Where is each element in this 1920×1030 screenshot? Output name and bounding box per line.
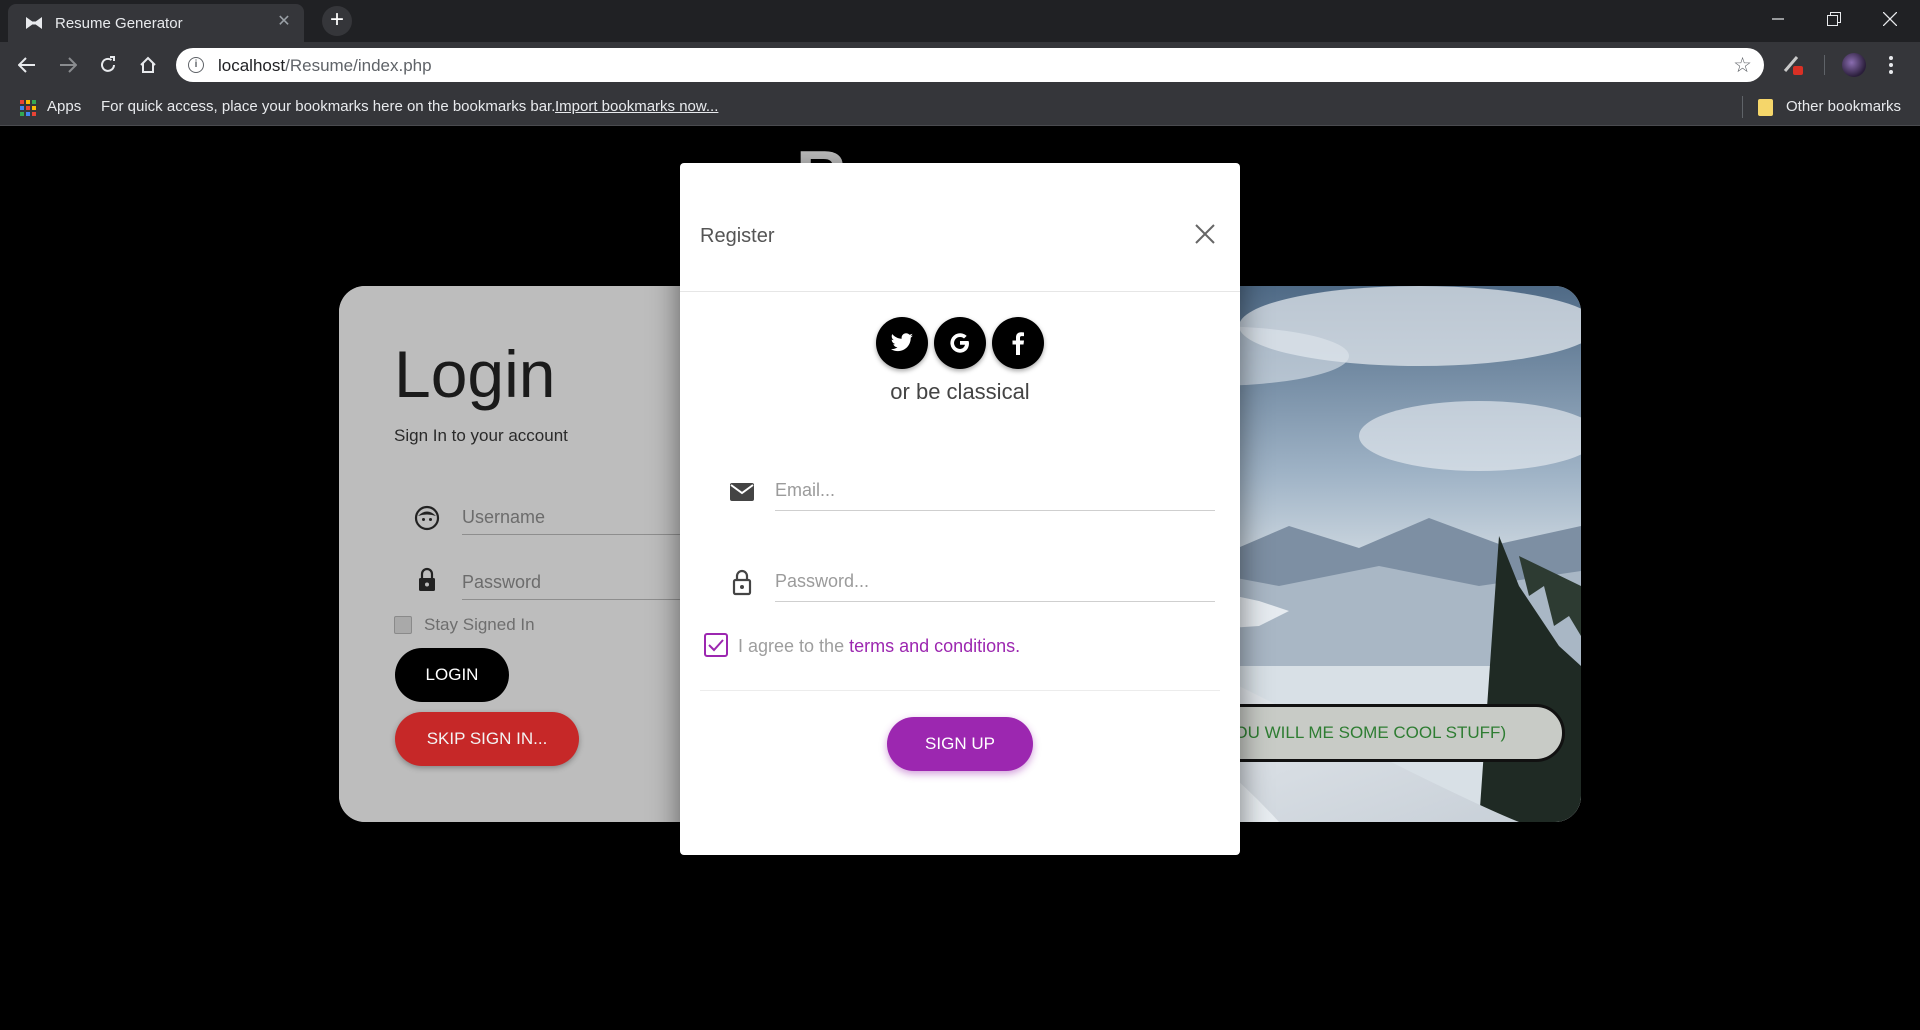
close-icon [1883, 12, 1897, 26]
forward-button[interactable] [52, 49, 84, 81]
toolbar-divider [1824, 55, 1825, 75]
minimize-icon [1772, 18, 1784, 20]
import-bookmarks-link[interactable]: Import bookmarks now... [555, 98, 718, 115]
arrow-right-icon [60, 57, 77, 73]
terms-link[interactable]: terms and conditions [849, 636, 1015, 656]
register-modal: Register or be classical Email... Passwo… [680, 163, 1240, 855]
stay-signed-in-checkbox[interactable] [394, 616, 412, 634]
url-text: localhost/Resume/index.php [218, 56, 432, 75]
home-button[interactable] [132, 49, 164, 81]
back-button[interactable] [11, 49, 43, 81]
close-window-button[interactable] [1862, 0, 1918, 38]
password-input[interactable] [775, 562, 1215, 602]
page-content: R Login Sign In to your account Stay Sig… [0, 126, 1920, 1030]
or-classical-text: or be classical [890, 379, 1030, 404]
tab-close-icon[interactable]: ✕ [274, 12, 294, 32]
profile-avatar[interactable] [1842, 53, 1866, 77]
login-subtitle: Sign In to your account [394, 426, 568, 445]
bookmarks-bar: Apps For quick access, place your bookma… [0, 88, 1920, 126]
email-input[interactable] [775, 471, 1215, 511]
lock-icon [419, 567, 435, 591]
browser-toolbar: i localhost/Resume/index.php ☆ [0, 42, 1920, 88]
close-icon[interactable] [1192, 221, 1218, 247]
login-title: Login [394, 337, 556, 411]
menu-dots-icon[interactable] [1888, 54, 1894, 76]
restore-button[interactable] [1806, 0, 1862, 38]
bookmarks-divider [1742, 96, 1743, 118]
login-button[interactable]: LOGIN [395, 648, 509, 702]
terms-checkbox[interactable] [704, 633, 728, 657]
apps-grid-icon[interactable] [20, 100, 36, 116]
arrow-left-icon [18, 57, 35, 73]
folder-icon [1758, 99, 1773, 116]
skip-sign-in-button[interactable]: SKIP SIGN IN... [395, 712, 579, 766]
modal-title: Register [700, 225, 775, 247]
minimize-button[interactable] [1750, 0, 1806, 38]
sign-up-button[interactable]: SIGN UP [887, 717, 1033, 771]
twitter-button[interactable] [876, 317, 928, 369]
face-icon [414, 505, 440, 531]
address-bar[interactable]: i localhost/Resume/index.php ☆ [176, 48, 1764, 82]
reload-button[interactable] [92, 49, 124, 81]
twitter-icon [891, 333, 913, 352]
bookmarks-hint: For quick access, place your bookmarks h… [101, 98, 556, 115]
apps-link[interactable]: Apps [47, 98, 81, 115]
modal-footer-divider [700, 690, 1220, 691]
lock-icon [732, 569, 752, 596]
other-bookmarks[interactable]: Other bookmarks [1786, 98, 1901, 115]
bow-tie-icon [26, 17, 42, 29]
browser-tabstrip: Resume Generator ✕ + [0, 0, 1920, 42]
google-button[interactable] [934, 317, 986, 369]
restore-icon [1827, 12, 1841, 26]
bookmark-star-icon[interactable]: ☆ [1733, 53, 1752, 78]
new-tab-button[interactable]: + [322, 6, 352, 36]
terms-label: I agree to the terms and conditions. [738, 636, 1021, 656]
info-icon[interactable]: i [188, 57, 204, 73]
facebook-button[interactable] [992, 317, 1044, 369]
browser-tab[interactable]: Resume Generator ✕ [8, 4, 304, 42]
facebook-icon [1012, 332, 1024, 355]
extension-icon[interactable] [1782, 54, 1804, 76]
tab-title: Resume Generator [55, 15, 183, 32]
reload-icon [101, 56, 115, 72]
google-icon [950, 333, 969, 353]
stay-signed-in-label: Stay Signed In [424, 615, 535, 634]
mail-icon [730, 483, 754, 501]
check-icon [708, 639, 724, 652]
modal-header-divider [680, 291, 1240, 292]
home-icon [140, 56, 156, 73]
